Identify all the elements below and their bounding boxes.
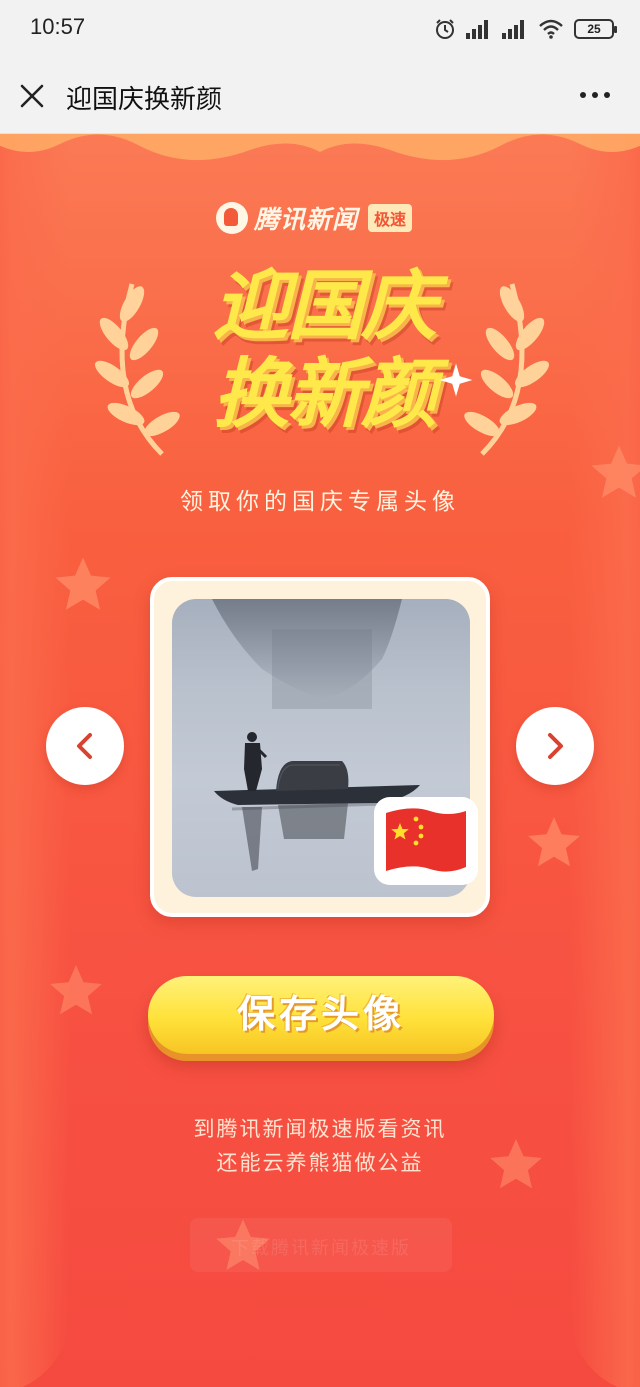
wifi-icon (539, 19, 563, 39)
brand-badge: 极速 (368, 204, 413, 232)
chinese-flag-icon (386, 808, 466, 872)
next-avatar-button[interactable] (516, 707, 594, 785)
save-avatar-button[interactable]: 保存头像 (148, 976, 494, 1054)
subtitle: 领取你的国庆专属头像 (180, 489, 460, 515)
status-icons: 25 (434, 16, 617, 42)
headline-line-2: 换新颜 (213, 349, 437, 438)
download-app-label: 下载腾讯新闻极速版 (231, 1238, 411, 1259)
avatar-preview[interactable] (150, 577, 490, 917)
star-icon (50, 965, 102, 1015)
tencent-news-logo-icon (216, 202, 248, 234)
signal-icon (466, 20, 488, 39)
page-title: 迎国庆换新颜 (66, 85, 223, 115)
nav-bar: 迎国庆换新颜 (0, 58, 640, 134)
promo-line-2: 还能云养熊猫做公益 (216, 1151, 424, 1175)
signal-icon (502, 20, 524, 39)
headline: 迎国庆 换新颜 (174, 262, 474, 438)
battery-icon: 25 (574, 19, 617, 39)
chevron-left-icon (77, 733, 92, 759)
brand-logo: 腾讯新闻 极速 (216, 198, 413, 238)
alarm-icon (436, 19, 454, 39)
headline-line-1: 迎国庆 (213, 261, 437, 350)
star-icon (55, 557, 111, 610)
prev-avatar-button[interactable] (46, 707, 124, 785)
star-icon (528, 817, 580, 867)
promo-line-1: 到腾讯新闻极速版看资讯 (193, 1117, 447, 1141)
brand-name: 腾讯新闻 (254, 205, 359, 234)
status-bar: 10:57 25 (0, 0, 640, 58)
promo-text: 到腾讯新闻极速版看资讯 还能云养熊猫做公益 (0, 1112, 640, 1180)
status-time: 10:57 (30, 14, 86, 39)
curtain-valance (0, 134, 640, 161)
main-content: 腾讯新闻 极速 迎国庆 换新颜 领取你的国庆专属头像 保存头像 到腾讯新闻极速版… (0, 134, 640, 1387)
sparkle-icon (439, 363, 473, 397)
close-icon[interactable] (16, 80, 48, 112)
save-avatar-label: 保存头像 (236, 994, 405, 1036)
download-app-button[interactable]: 下载腾讯新闻极速版 (190, 1218, 452, 1272)
more-icon[interactable] (578, 80, 612, 110)
chevron-right-icon (548, 733, 563, 759)
flag-badge (374, 797, 478, 885)
